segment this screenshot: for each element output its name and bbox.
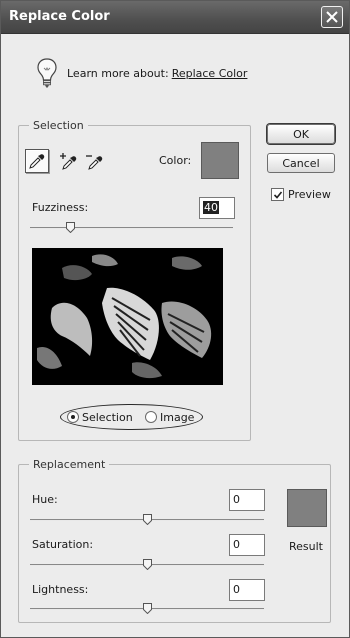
result-label: Result	[289, 540, 323, 553]
mode-option-image[interactable]: Image	[145, 410, 194, 424]
fuzziness-slider-thumb[interactable]	[66, 222, 75, 233]
selection-mask-image	[32, 248, 223, 385]
selection-radio[interactable]	[67, 411, 79, 423]
preview-label: Preview	[288, 188, 331, 201]
saturation-input[interactable]: 0	[229, 534, 265, 556]
learn-more-tip: Learn more about: Replace Color	[35, 56, 295, 90]
lightness-input[interactable]: 0	[229, 579, 265, 601]
fuzziness-label: Fuzziness:	[32, 201, 89, 214]
eyedropper-minus-tool[interactable]	[83, 149, 107, 173]
tip-text: Learn more about:	[67, 66, 169, 80]
saturation-slider-thumb[interactable]	[143, 559, 152, 570]
selection-legend: Selection	[33, 119, 84, 132]
eyedropper-plus-icon	[60, 153, 77, 170]
eyedropper-plus-tool[interactable]	[57, 149, 81, 173]
preview-checkbox[interactable]	[271, 188, 284, 201]
mode-option-selection[interactable]: Selection	[67, 410, 133, 424]
eyedropper-minus-icon	[86, 155, 103, 170]
fuzziness-slider-track[interactable]	[30, 227, 233, 229]
result-color-swatch[interactable]	[287, 489, 327, 527]
close-icon	[326, 11, 338, 23]
close-button[interactable]	[321, 6, 343, 28]
lightness-label: Lightness:	[32, 583, 89, 596]
fuzziness-value: 40	[203, 201, 219, 214]
eyedropper-icon	[29, 154, 45, 169]
hue-slider-thumb[interactable]	[143, 514, 152, 525]
selection-color-swatch[interactable]	[201, 142, 239, 179]
image-radio[interactable]	[145, 411, 157, 423]
checkmark-icon	[273, 190, 282, 199]
color-label: Color:	[159, 154, 192, 167]
replace-color-dialog: Replace Color Learn more about: Replace …	[0, 0, 350, 638]
lightbulb-icon	[37, 58, 57, 88]
title-bar[interactable]: Replace Color	[1, 1, 349, 34]
hue-label: Hue:	[32, 493, 58, 506]
window-title: Replace Color	[9, 9, 110, 24]
fuzziness-input[interactable]: 40	[199, 197, 235, 219]
replacement-legend: Replacement	[33, 458, 106, 471]
cancel-button[interactable]: Cancel	[267, 153, 335, 173]
ok-button[interactable]: OK	[267, 124, 335, 144]
replace-color-help-link[interactable]: Replace Color	[172, 67, 248, 80]
lightness-slider-thumb[interactable]	[143, 603, 152, 614]
preview-option[interactable]: Preview	[271, 188, 331, 201]
image-radio-label: Image	[160, 410, 195, 424]
selection-radio-label: Selection	[82, 410, 133, 424]
hue-input[interactable]: 0	[229, 489, 265, 511]
eyedropper-tool[interactable]	[25, 149, 49, 173]
selection-preview-image	[32, 248, 223, 385]
saturation-label: Saturation:	[32, 538, 94, 551]
